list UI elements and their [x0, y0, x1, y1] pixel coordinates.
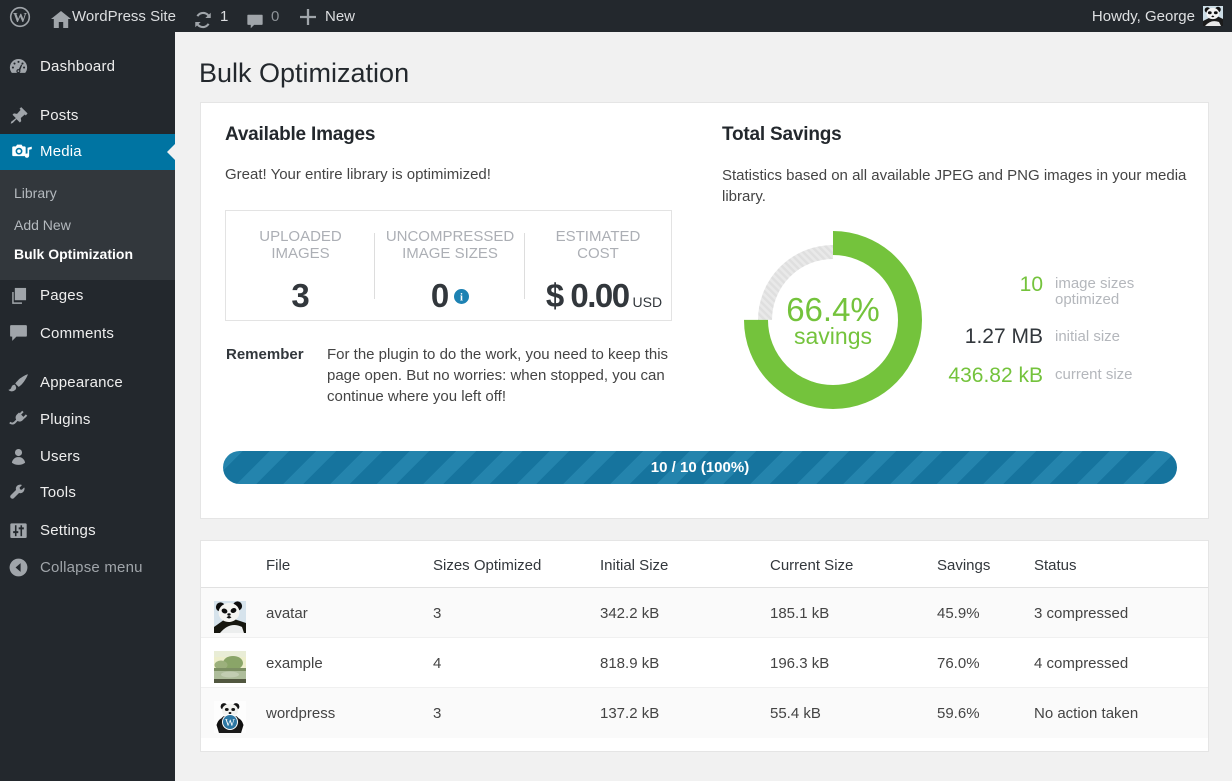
svg-text:W: W	[225, 718, 235, 729]
svg-text:i: i	[460, 292, 463, 303]
svg-text:W: W	[13, 11, 27, 26]
